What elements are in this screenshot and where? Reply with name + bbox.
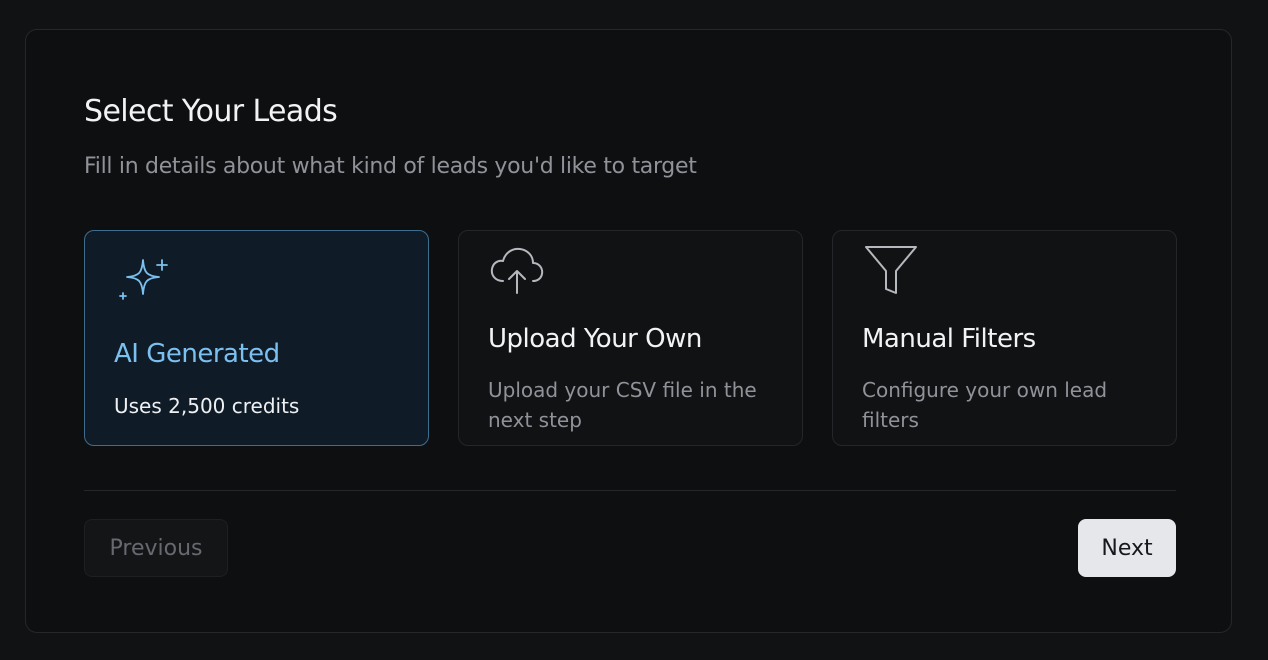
option-description: Uses 2,500 credits xyxy=(114,394,300,418)
option-card-manual-filters[interactable]: Manual Filters Configure your own lead f… xyxy=(832,230,1177,446)
next-button[interactable]: Next xyxy=(1078,519,1176,577)
footer-divider xyxy=(84,490,1176,491)
option-description: Configure your own lead filters xyxy=(862,378,1108,432)
option-card-ai-generated[interactable]: AI Generated Uses 2,500 credits xyxy=(84,230,429,446)
cloud-upload-icon xyxy=(490,247,544,294)
option-title: Manual Filters xyxy=(862,324,1036,354)
filter-icon xyxy=(865,246,917,294)
page-subtitle: Fill in details about what kind of leads… xyxy=(84,154,697,179)
option-title: Upload Your Own xyxy=(488,324,702,354)
option-title: AI Generated xyxy=(114,339,280,369)
previous-button[interactable]: Previous xyxy=(84,519,228,577)
page-title: Select Your Leads xyxy=(84,94,338,129)
option-description: Upload your CSV file in the next step xyxy=(488,378,757,432)
lead-selection-panel: Select Your Leads Fill in details about … xyxy=(25,29,1232,633)
option-card-upload-your-own[interactable]: Upload Your Own Upload your CSV file in … xyxy=(458,230,803,446)
sparkles-icon xyxy=(119,259,168,300)
